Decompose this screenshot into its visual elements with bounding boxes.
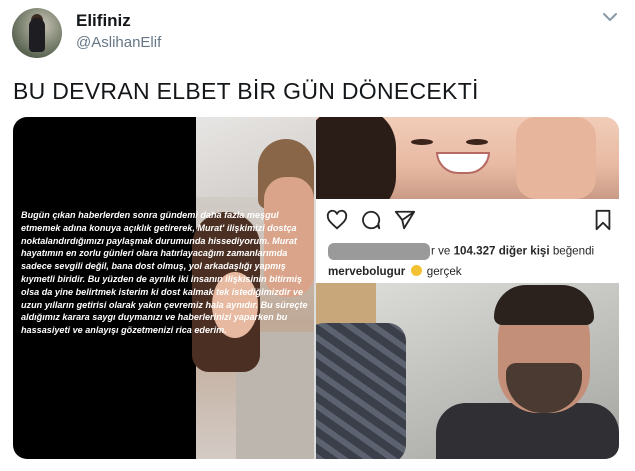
user-handle[interactable]: @AslihanElif bbox=[76, 34, 161, 51]
likes-count[interactable]: 104.327 diğer kişi bbox=[454, 245, 550, 258]
heart-eyes-emoji-icon bbox=[410, 265, 422, 276]
story-text: Bugün çıkan haberlerden sonra gündemi da… bbox=[21, 210, 308, 336]
chevron-down-icon[interactable] bbox=[603, 12, 617, 22]
tweet-media[interactable]: Bugün çıkan haberlerden sonra gündemi da… bbox=[13, 117, 619, 459]
smiling-woman-photo bbox=[316, 117, 619, 199]
instagram-action-bar bbox=[326, 209, 616, 233]
avatar-figure bbox=[29, 18, 45, 52]
likes-prefix: r ve bbox=[431, 244, 451, 258]
bookmark-icon[interactable] bbox=[592, 209, 614, 231]
blurred-username bbox=[328, 243, 430, 260]
instagram-screenshot: r ve 104.327 diğer kişi beğendi mervebol… bbox=[316, 117, 619, 459]
avatar[interactable] bbox=[12, 8, 62, 58]
likes-line: r ve 104.327 diğer kişi beğendi bbox=[328, 243, 594, 260]
heart-icon[interactable] bbox=[326, 209, 348, 231]
display-name[interactable]: Elifiniz bbox=[76, 11, 131, 31]
comment-text: gerçek bbox=[426, 265, 462, 278]
comment-icon[interactable] bbox=[360, 209, 382, 231]
tweet-text: BU DEVRAN ELBET BİR GÜN DÖNECEKTİ bbox=[13, 78, 479, 104]
share-icon[interactable] bbox=[394, 209, 416, 231]
comment-line: mervebolugur gerçek bbox=[328, 265, 462, 278]
story-screenshot: Bugün çıkan haberlerden sonra gündemi da… bbox=[13, 117, 314, 459]
likes-tail: beğendi bbox=[552, 244, 595, 258]
commenter-name[interactable]: mervebolugur bbox=[328, 265, 405, 278]
man-on-couch-photo bbox=[316, 283, 619, 459]
